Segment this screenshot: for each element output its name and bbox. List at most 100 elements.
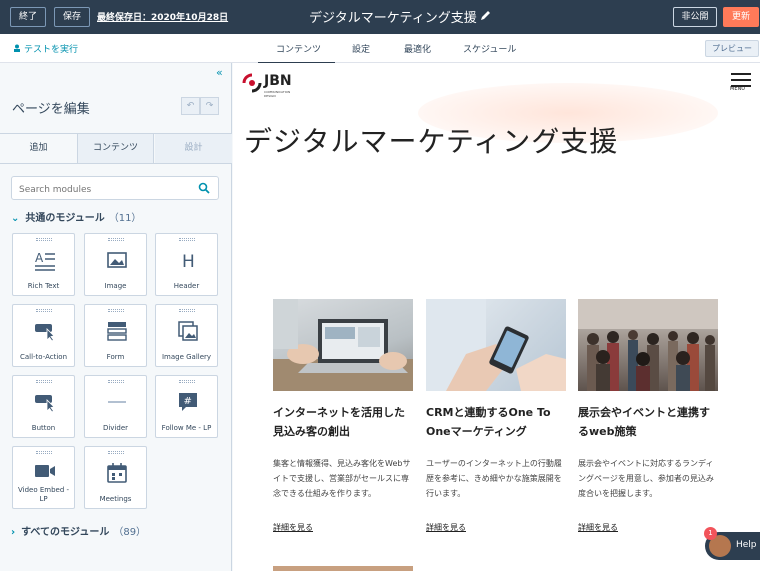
calendar-icon xyxy=(107,463,127,483)
card-image-laptop xyxy=(273,299,413,391)
sidebar-tab-design[interactable]: 設計 xyxy=(155,134,232,163)
module-label: Follow Me - LP xyxy=(161,424,212,432)
module-search xyxy=(11,176,219,201)
crowd-illustration xyxy=(578,299,718,391)
module-call-to-action[interactable]: Call-to-Action xyxy=(12,304,75,367)
tab-content[interactable]: コンテンツ xyxy=(276,42,321,55)
exit-button[interactable]: 終了 xyxy=(10,7,46,27)
drag-handle xyxy=(108,309,124,312)
page-canvas[interactable]: JBN COMMUNICATION DESIGN MENU デジタルマーケティン… xyxy=(233,63,760,571)
module-header[interactable]: H Header xyxy=(155,233,218,296)
all-modules-section[interactable]: › すべてのモジュール （89） xyxy=(11,523,146,538)
hashtag-icon: # xyxy=(179,393,197,411)
site-logo[interactable]: JBN COMMUNICATION DESIGN xyxy=(241,70,301,98)
module-label: Meetings xyxy=(99,495,132,503)
card-more-link[interactable]: 詳細を見る xyxy=(273,522,313,533)
module-follow-me[interactable]: # Follow Me - LP xyxy=(155,375,218,438)
drag-handle xyxy=(36,238,52,241)
sidebar-tab-contents[interactable]: コンテンツ xyxy=(77,134,154,163)
help-label: Help xyxy=(736,540,757,550)
sidebar: « ページを編集 ↶ ↷ 追加 コンテンツ 設計 ⌄ 共通のモジュール（11） A… xyxy=(0,63,232,571)
test-icon xyxy=(14,44,20,52)
module-video-embed[interactable]: Video Embed - LP xyxy=(12,446,75,509)
tab-settings[interactable]: 設定 xyxy=(352,42,370,55)
card-image-crowd xyxy=(578,299,718,391)
gallery-icon xyxy=(178,321,198,341)
drag-handle xyxy=(179,309,195,312)
service-card: インターネットを活用した見込み客の創出 集客と情報獲得、見込み客化をWebサイト… xyxy=(273,299,413,532)
undo-button[interactable]: ↶ xyxy=(181,97,200,115)
form-icon xyxy=(107,322,127,341)
module-label: Call-to-Action xyxy=(19,353,68,361)
video-icon xyxy=(35,465,55,477)
image-icon xyxy=(107,252,127,268)
drag-handle xyxy=(108,451,124,454)
service-card: 展示会やイベントと連携するweb施策 展示会やイベントに対応するランディングペー… xyxy=(578,299,718,532)
save-button[interactable]: 保存 xyxy=(54,7,90,27)
cta-icon xyxy=(35,324,55,342)
notification-badge: 1 xyxy=(704,527,717,540)
preview-button[interactable]: プレビュー xyxy=(705,40,759,57)
collapse-sidebar-icon[interactable]: « xyxy=(216,66,223,79)
module-meetings[interactable]: Meetings xyxy=(84,446,147,509)
card-description: 展示会やイベントに対応するランディングページを用意し、参加者の見込み度合いを把握… xyxy=(578,459,714,498)
sidebar-title: ページを編集 xyxy=(12,102,90,117)
tab-optimize[interactable]: 最適化 xyxy=(404,42,431,55)
unpublish-button[interactable]: 非公開 xyxy=(673,7,717,27)
module-label: Button xyxy=(31,424,56,432)
module-label: Image Gallery xyxy=(161,353,212,361)
card-title: 展示会やイベントと連携するweb施策 xyxy=(578,406,710,438)
card-more-link[interactable]: 詳細を見る xyxy=(578,522,618,533)
page-heading: デジタルマーケティング支援 xyxy=(244,125,619,158)
header-icon: H xyxy=(182,252,195,271)
drag-handle xyxy=(108,380,124,383)
pencil-icon[interactable] xyxy=(479,9,491,23)
module-button[interactable]: Button xyxy=(12,375,75,438)
card-more-link[interactable]: 詳細を見る xyxy=(426,522,466,533)
module-divider[interactable]: Divider xyxy=(84,375,147,438)
chevron-down-icon: ⌄ xyxy=(11,213,20,224)
test-run-label: テストを実行 xyxy=(24,45,79,55)
sidebar-tab-add[interactable]: 追加 xyxy=(0,134,77,163)
svg-text:H: H xyxy=(182,252,195,271)
module-label: Image xyxy=(104,282,127,290)
drag-handle xyxy=(179,238,195,241)
module-image[interactable]: Image xyxy=(84,233,147,296)
laptop-illustration xyxy=(273,299,413,391)
page-title[interactable]: デジタルマーケティング支援 xyxy=(309,7,477,26)
card-image-phone xyxy=(426,299,566,391)
logo-mark-icon xyxy=(242,73,262,93)
update-button[interactable]: 更新 xyxy=(723,7,759,27)
card-title: CRMと連動するOne To Oneマーケティング xyxy=(426,406,551,438)
menu-label: MENU xyxy=(730,86,745,92)
top-bar: 終了 保存 最終保存日：2020年10月28日 デジタルマーケティング支援 非公… xyxy=(0,0,760,34)
common-modules-section[interactable]: ⌄ 共通のモジュール （11） xyxy=(11,209,141,224)
module-label: Divider xyxy=(102,424,129,432)
module-rich-text[interactable]: A Rich Text xyxy=(12,233,75,296)
redo-button[interactable]: ↷ xyxy=(200,97,219,115)
drag-handle xyxy=(179,380,195,383)
common-modules-label: 共通のモジュール xyxy=(25,213,105,224)
sidebar-tabs: 追加 コンテンツ 設計 xyxy=(0,133,232,164)
svg-text:#: # xyxy=(184,396,192,407)
module-label: Header xyxy=(173,282,200,290)
drag-handle xyxy=(36,380,52,383)
chevron-right-icon: › xyxy=(11,527,16,538)
service-card: CRMと連動するOne To Oneマーケティング ユーザーのインターネット上の… xyxy=(426,299,566,532)
card-description: ユーザーのインターネット上の行動履歴を参考に、きめ細やかな施策展開を行います。 xyxy=(426,459,562,498)
drag-handle xyxy=(36,451,52,454)
search-icon[interactable] xyxy=(198,182,210,194)
tab-schedule[interactable]: スケジュール xyxy=(463,42,516,55)
test-run-link[interactable]: テストを実行 xyxy=(13,42,78,55)
module-form[interactable]: Form xyxy=(84,304,147,367)
search-input[interactable] xyxy=(12,179,182,201)
logo-text: JBN xyxy=(264,73,292,89)
module-label: Form xyxy=(106,353,125,361)
last-saved-link[interactable]: 最終保存日：2020年10月28日 xyxy=(97,10,228,23)
card-description: 集客と情報獲得、見込み客化をWebサイトで支援し、営業部がセールスに専念できる仕… xyxy=(273,459,411,498)
all-modules-count: （89） xyxy=(113,527,147,538)
module-image-gallery[interactable]: Image Gallery xyxy=(155,304,218,367)
divider-icon xyxy=(108,401,126,403)
module-label: Rich Text xyxy=(27,282,60,290)
module-label: Video Embed - LP xyxy=(17,486,70,503)
